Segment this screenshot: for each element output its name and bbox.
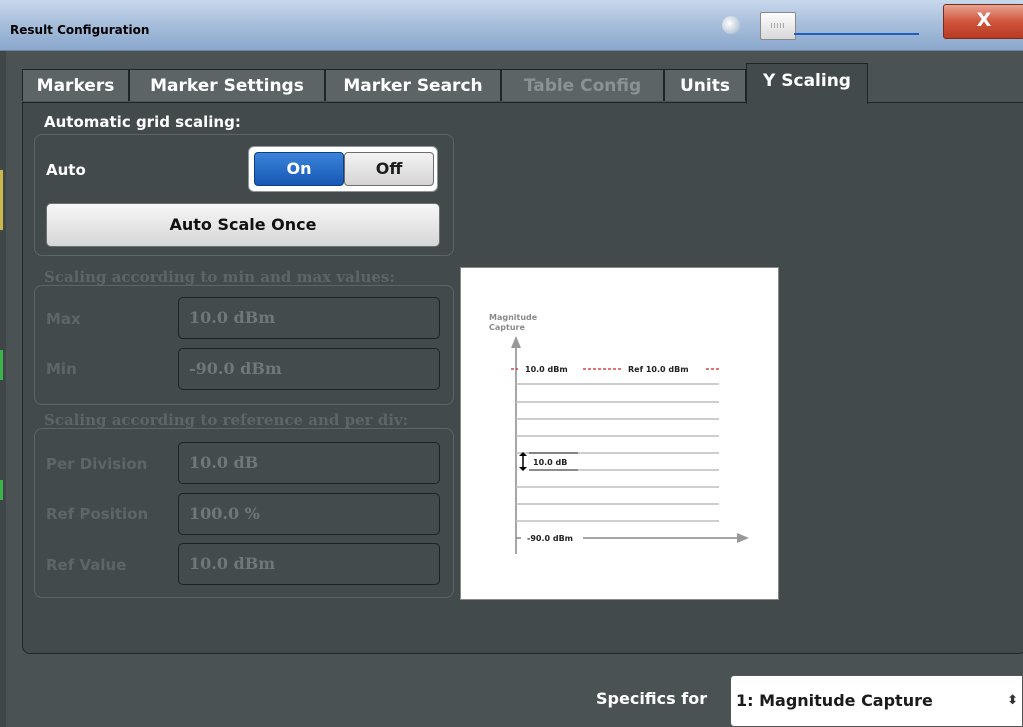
ref-value-field: 10.0 dBm xyxy=(178,543,440,585)
transparency-slider-handle[interactable] xyxy=(760,12,796,40)
per-division-field: 10.0 dB xyxy=(178,442,440,484)
division-down-arrow-icon xyxy=(519,467,527,471)
specifics-for-value: 1: Magnitude Capture xyxy=(736,691,933,710)
specifics-for-label: Specifics for xyxy=(596,689,708,708)
bottom-value-label: -90.0 dBm xyxy=(527,534,573,543)
auto-off-button[interactable]: Off xyxy=(344,152,434,186)
per-division-label: Per Division xyxy=(46,455,148,473)
ref-position-field: 100.0 % xyxy=(178,493,440,535)
title-bar: Result Configuration X xyxy=(0,0,1023,51)
auto-label: Auto xyxy=(46,161,86,179)
division-label: 10.0 dB xyxy=(533,458,567,467)
background-strip xyxy=(0,50,6,727)
window-title: Result Configuration xyxy=(10,23,150,37)
specifics-for-select[interactable]: 1: Magnitude Capture ⬍ xyxy=(730,675,1023,727)
tab-markers[interactable]: Markers xyxy=(22,69,129,101)
tab-units[interactable]: Units xyxy=(664,69,746,101)
diagram-axis-title-2: Capture xyxy=(489,323,525,332)
diagram-axis-title-1: Magnitude xyxy=(489,313,538,322)
auto-scaling-heading: Automatic grid scaling: xyxy=(44,113,241,131)
y-axis-arrow-icon xyxy=(511,336,521,348)
transparency-icon[interactable] xyxy=(722,16,740,34)
transparency-slider-track[interactable] xyxy=(794,33,919,35)
max-field: 10.0 dBm xyxy=(178,297,440,339)
max-label: Max xyxy=(46,310,81,328)
auto-toggle: On Off xyxy=(248,146,438,192)
tab-y-scaling[interactable]: Y Scaling xyxy=(746,63,868,104)
scaling-diagram-svg: Magnitude Capture 10.0 dB 10.0 dBm Ref 1… xyxy=(489,313,749,554)
x-axis-arrow-icon xyxy=(737,533,749,543)
select-arrow-icon: ⬍ xyxy=(1007,693,1018,708)
close-button[interactable]: X xyxy=(943,4,1023,39)
tab-marker-settings[interactable]: Marker Settings xyxy=(129,69,325,101)
grip-icon xyxy=(771,23,785,28)
tab-marker-search[interactable]: Marker Search xyxy=(325,69,501,101)
ref-value-label: Ref Value xyxy=(46,556,127,574)
tab-table-config: Table Config xyxy=(501,69,664,101)
ref-heading: Scaling according to reference and per d… xyxy=(44,411,409,429)
auto-on-button[interactable]: On xyxy=(254,152,344,186)
min-field: -90.0 dBm xyxy=(178,348,440,390)
ref-position-label: Ref Position xyxy=(46,505,149,523)
scaling-diagram: Magnitude Capture 10.0 dB 10.0 dBm Ref 1… xyxy=(460,267,779,600)
auto-scale-once-button[interactable]: Auto Scale Once xyxy=(46,203,440,247)
minmax-heading: Scaling according to min and max values: xyxy=(44,268,395,286)
min-label: Min xyxy=(46,360,77,378)
top-value-label: 10.0 dBm xyxy=(525,365,568,374)
ref-label: Ref 10.0 dBm xyxy=(628,365,689,374)
